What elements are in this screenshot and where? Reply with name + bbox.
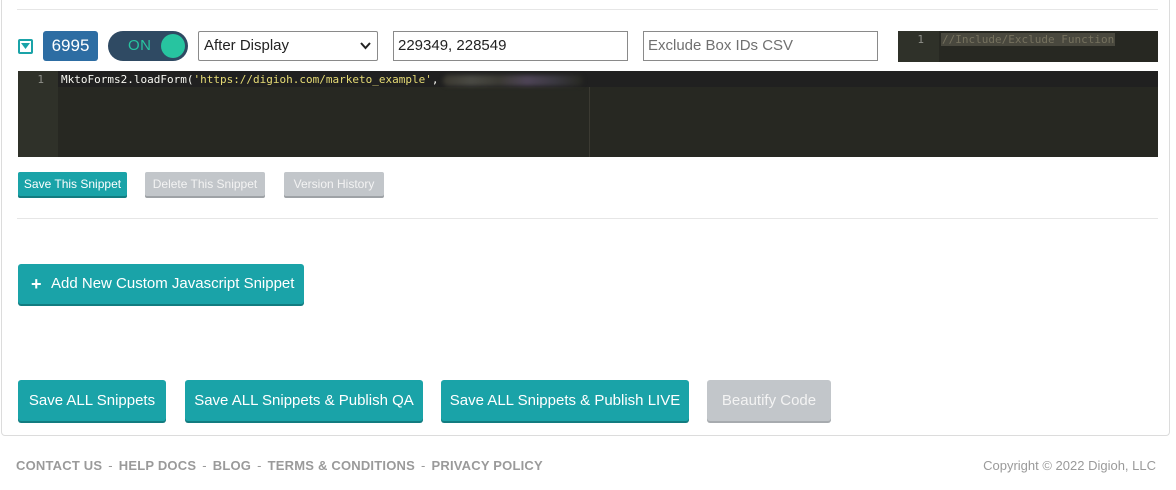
separator: -	[108, 458, 113, 473]
switch-label: ON	[128, 37, 152, 54]
divider	[17, 218, 1158, 219]
footer-link-contact[interactable]: CONTACT US	[16, 458, 102, 473]
chevron-down-icon	[360, 42, 371, 50]
print-margin	[589, 87, 590, 157]
caret-down-icon	[21, 43, 30, 49]
redacted-code	[442, 74, 583, 86]
exclude-box-ids-input[interactable]: Exclude Box IDs CSV	[643, 31, 878, 61]
add-snippet-button[interactable]: + Add New Custom Javascript Snippet	[18, 264, 304, 304]
save-publish-qa-button[interactable]: Save ALL Snippets & Publish QA	[185, 380, 423, 421]
separator: -	[257, 458, 262, 473]
save-all-button[interactable]: Save ALL Snippets	[18, 380, 166, 421]
footer-link-terms[interactable]: TERMS & CONDITIONS	[268, 458, 415, 473]
footer-link-blog[interactable]: BLOG	[213, 458, 251, 473]
separator: -	[420, 458, 426, 473]
footer-links: CONTACT US - HELP DOCS - BLOG - TERMS & CONDIT…	[16, 458, 543, 473]
editor-code-line: MktoForms2.loadForm('https://digioh.com/…	[61, 73, 583, 86]
footer-link-privacy[interactable]: PRIVACY POLICY	[432, 458, 543, 473]
collapse-toggle[interactable]	[18, 39, 33, 54]
snippet-enabled-switch[interactable]: ON	[108, 31, 188, 61]
include-exclude-editor[interactable]: 1 //Include/Exclude Function	[898, 31, 1158, 62]
save-snippet-button[interactable]: Save This Snippet	[18, 172, 127, 196]
plus-icon: +	[31, 274, 42, 294]
editor-code: //Include/Exclude Function	[941, 33, 1116, 46]
timing-select-value: After Display	[204, 37, 290, 54]
timing-select[interactable]: After Display	[198, 31, 378, 61]
snippets-panel: 6995 ON After Display 229349, 228549 Exc…	[1, 0, 1170, 436]
snippet-id-badge: 6995	[43, 31, 98, 61]
divider	[17, 9, 1158, 10]
code-string: 'https://digioh.com/marketo_example'	[193, 73, 432, 86]
beautify-code-button[interactable]: Beautify Code	[707, 380, 831, 421]
delete-snippet-button[interactable]: Delete This Snippet	[145, 172, 265, 196]
switch-knob	[161, 34, 185, 58]
copyright-text: Copyright © 2022 Digioh, LLC	[983, 458, 1156, 473]
save-publish-live-button[interactable]: Save ALL Snippets & Publish LIVE	[441, 380, 689, 421]
code-call: MktoForms2.loadForm(	[61, 73, 194, 86]
code-suffix: ,	[431, 73, 439, 86]
separator: -	[202, 458, 207, 473]
include-box-ids-value: 229349, 228549	[398, 37, 507, 54]
line-number: 1	[18, 71, 58, 157]
exclude-box-ids-placeholder: Exclude Box IDs CSV	[648, 37, 794, 54]
add-snippet-label: Add New Custom Javascript Snippet	[51, 275, 295, 292]
line-number: 1	[898, 31, 939, 62]
footer-link-help-docs[interactable]: HELP DOCS	[119, 458, 196, 473]
include-box-ids-input[interactable]: 229349, 228549	[393, 31, 628, 61]
code-editor[interactable]: 1 MktoForms2.loadForm('https://digioh.co…	[18, 71, 1158, 157]
version-history-button[interactable]: Version History	[284, 172, 384, 196]
